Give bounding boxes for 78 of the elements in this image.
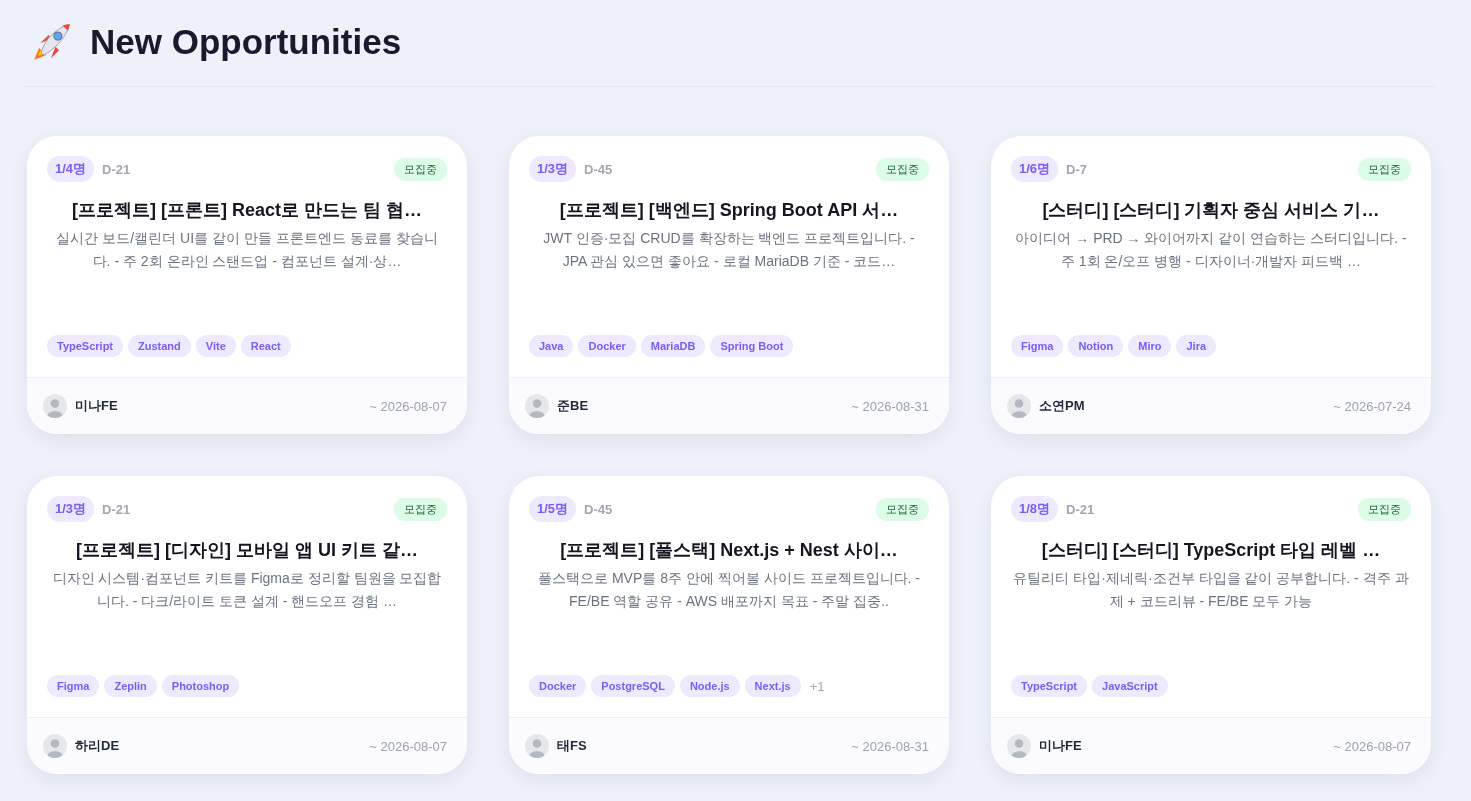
opportunity-card[interactable]: 1/4명 D-21 모집중 [프로젝트] [프론트] React로 만드는 팀 협… 실시간 보드/캘린더 UI를 같이 만들 프론트엔드 동료를 찾습니다. - 주 2회 온라인 스탠드업 - 컴포넌트 설계·상… TypeScript Zustand Vite React 미나FE ~ 2026-08-07	[27, 136, 467, 434]
tech-tag: Zeplin	[104, 675, 157, 697]
d-day-label: D-45	[584, 501, 613, 517]
author-name: 미나FE	[1039, 737, 1082, 755]
avatar-icon	[1007, 394, 1031, 418]
card-title: [프로젝트] [백엔드] Spring Boot API 서…	[558, 199, 900, 222]
tech-tag: React	[240, 335, 291, 357]
tech-tag: Jira	[1176, 335, 1217, 357]
card-description: 유틸리티 타입·제네릭·조건부 타입을 같이 공부합니다. - 격주 과제 + 코드리뷰 - FE/BE 모두 가능	[1012, 569, 1410, 611]
due-date: ~ 2026-08-31	[851, 738, 929, 754]
avatar-icon	[43, 394, 67, 418]
more-tags-count: +1	[809, 678, 825, 694]
d-day-label: D-45	[584, 161, 613, 177]
d-day-label: D-7	[1066, 161, 1088, 177]
status-badge: 모집중	[394, 497, 447, 521]
tech-tag: PostgreSQL	[591, 675, 675, 697]
avatar-icon	[525, 734, 549, 758]
tech-tag: JavaScript	[1092, 675, 1168, 697]
member-count-badge: 1/6명	[1011, 156, 1059, 182]
member-count-badge: 1/3명	[529, 156, 577, 182]
due-date: ~ 2026-08-07	[1333, 738, 1411, 754]
due-date: ~ 2026-08-07	[369, 738, 447, 754]
tech-tag: Miro	[1128, 335, 1172, 357]
due-date: ~ 2026-08-07	[369, 398, 447, 414]
opportunity-card[interactable]: 1/5명 D-45 모집중 [프로젝트] [풀스택] Next.js + Nest 사이… 풀스택으로 MVP를 8주 안에 찍어볼 사이드 프로젝트입니다. - FE/BE 역할 공유 - AWS 배포까지 목표 - 주말 집중.. Docker PostgreSQL Node.js Next.js +1 태FS ~ 2026-08-31	[509, 476, 949, 774]
author-name: 미나FE	[75, 397, 118, 415]
member-count-badge: 1/3명	[47, 496, 95, 522]
card-title: [프로젝트] [풀스택] Next.js + Nest 사이…	[559, 539, 899, 562]
member-count-badge: 1/5명	[529, 496, 577, 522]
member-count-badge: 1/4명	[47, 156, 95, 182]
tech-tag: Zustand	[128, 335, 191, 357]
author-name: 준BE	[557, 397, 589, 415]
card-title: [프로젝트] [프론트] React로 만드는 팀 협…	[71, 199, 423, 222]
tech-tag: Photoshop	[161, 675, 240, 697]
member-count-badge: 1/8명	[1011, 496, 1059, 522]
tech-tag: Docker	[578, 335, 636, 357]
tech-tag: Figma	[47, 675, 100, 697]
status-badge: 모집중	[1358, 157, 1411, 181]
avatar-icon	[525, 394, 549, 418]
opportunity-card[interactable]: 1/3명 D-21 모집중 [프로젝트] [디자인] 모바일 앱 UI 키트 같… 디자인 시스템·컴포넌트 키트를 Figma로 정리할 팀원을 모집합니다. - 다크/라이트 토큰 설계 - 핸드오프 경험 … Figma Zeplin Photoshop 하리DE ~ 2026-08-07	[27, 476, 467, 774]
card-title: [스터디] [스터디] 기획자 중심 서비스 기…	[1041, 199, 1381, 222]
tech-tag: Spring Boot	[710, 335, 794, 357]
avatar-icon	[43, 734, 67, 758]
avatar-icon	[1007, 734, 1031, 758]
tech-tag: Node.js	[679, 675, 740, 697]
author-name: 소연PM	[1039, 397, 1085, 415]
tech-tag: Notion	[1068, 335, 1124, 357]
rocket-icon	[32, 22, 72, 62]
status-badge: 모집중	[1358, 497, 1411, 521]
opportunity-card[interactable]: 1/6명 D-7 모집중 [스터디] [스터디] 기획자 중심 서비스 기… 아이디어 → PRD → 와이어까지 같이 연습하는 스터디입니다. - 주 1회 온/오프 병행 - 디자이너·개발자 피드백 … Figma Notion Miro Jira 소연PM ~ 2026-07-24	[991, 136, 1431, 434]
tech-tag: Java	[529, 335, 574, 357]
due-date: ~ 2026-07-24	[1333, 398, 1411, 414]
card-title: [프로젝트] [디자인] 모바일 앱 UI 키트 같…	[75, 539, 419, 562]
d-day-label: D-21	[102, 161, 131, 177]
tech-tag: TypeScript	[1011, 675, 1088, 697]
card-description: 풀스택으로 MVP를 8주 안에 찍어볼 사이드 프로젝트입니다. - FE/BE 역할 공유 - AWS 배포까지 목표 - 주말 집중..	[537, 569, 921, 611]
tech-tag: MariaDB	[640, 335, 706, 357]
author-name: 태FS	[557, 737, 587, 755]
author-name: 하리DE	[75, 737, 120, 755]
status-badge: 모집중	[876, 157, 929, 181]
tech-tag: Figma	[1011, 335, 1064, 357]
opportunity-card[interactable]: 1/3명 D-45 모집중 [프로젝트] [백엔드] Spring Boot API 서… JWT 인증·모집 CRUD를 확장하는 백엔드 프로젝트입니다. - JPA 관심 있으면 좋아요 - 로컬 MariaDB 기준 - 코드… Java Docker MariaDB Spring Boot 준BE ~ 2026-08-31	[509, 136, 949, 434]
opportunity-card[interactable]: 1/8명 D-21 모집중 [스터디] [스터디] TypeScript 타입 레벨 … 유틸리티 타입·제네릭·조건부 타입을 같이 공부합니다. - 격주 과제 + 코드리뷰 - FE/BE 모두 가능 TypeScript JavaScript 미나FE ~ 2026-08-07	[991, 476, 1431, 774]
d-day-label: D-21	[102, 501, 131, 517]
tech-tag: Docker	[529, 675, 587, 697]
page-title: New Opportunities	[90, 22, 402, 62]
tech-tag: Vite	[195, 335, 236, 357]
card-title: [스터디] [스터디] TypeScript 타입 레벨 …	[1040, 539, 1382, 562]
tech-tag: Next.js	[744, 675, 801, 697]
d-day-label: D-21	[1066, 501, 1095, 517]
due-date: ~ 2026-08-31	[851, 398, 929, 414]
tech-tag: TypeScript	[47, 335, 124, 357]
status-badge: 모집중	[394, 157, 447, 181]
card-description: 아이디어 → PRD → 와이어까지 같이 연습하는 스터디입니다. - 주 1회 온/오프 병행 - 디자이너·개발자 피드백 …	[1014, 229, 1408, 271]
card-description: JWT 인증·모집 CRUD를 확장하는 백엔드 프로젝트입니다. - JPA 관심 있으면 좋아요 - 로컬 MariaDB 기준 - 코드…	[542, 229, 916, 271]
status-badge: 모집중	[876, 497, 929, 521]
card-description: 디자인 시스템·컴포넌트 키트를 Figma로 정리할 팀원을 모집합니다. - 다크/라이트 토큰 설계 - 핸드오프 경험 …	[51, 569, 443, 611]
card-description: 실시간 보드/캘린더 UI를 같이 만들 프론트엔드 동료를 찾습니다. - 주 2회 온라인 스탠드업 - 컴포넌트 설계·상…	[55, 229, 439, 271]
